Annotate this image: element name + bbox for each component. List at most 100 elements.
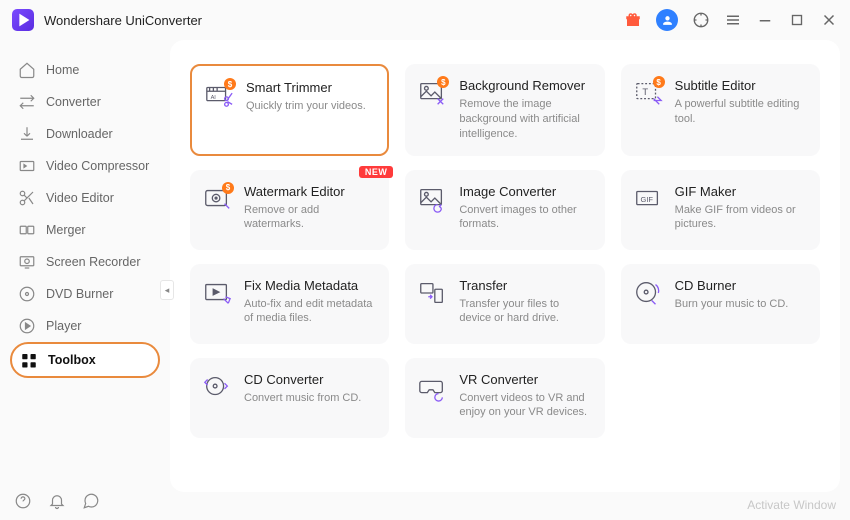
card-title: CD Converter — [244, 372, 377, 387]
card-vr-converter[interactable]: VR Converter Convert videos to VR and en… — [405, 358, 604, 438]
sidebar-item-label: Downloader — [46, 127, 113, 141]
card-title: CD Burner — [675, 278, 808, 293]
sidebar-collapse-toggle[interactable]: ◂ — [160, 280, 174, 300]
dollar-badge: $ — [437, 76, 449, 88]
metadata-icon — [202, 278, 232, 308]
svg-text:AI: AI — [211, 95, 217, 101]
card-desc: Quickly trim your videos. — [246, 99, 375, 114]
sidebar-item-home[interactable]: Home — [10, 54, 160, 86]
minimize-button[interactable] — [756, 11, 774, 29]
card-title: GIF Maker — [675, 184, 808, 199]
card-desc: Convert music from CD. — [244, 391, 377, 406]
card-gif-maker[interactable]: GIF GIF Maker Make GIF from videos or pi… — [621, 170, 820, 250]
sidebar-item-player[interactable]: Player — [10, 310, 160, 342]
card-title: VR Converter — [459, 372, 592, 387]
sidebar-item-merger[interactable]: Merger — [10, 214, 160, 246]
card-image-converter[interactable]: Image Converter Convert images to other … — [405, 170, 604, 250]
card-desc: Make GIF from videos or pictures. — [675, 203, 808, 233]
card-background-remover[interactable]: $ Background Remover Remove the image ba… — [405, 64, 604, 156]
close-button[interactable] — [820, 11, 838, 29]
sidebar-item-label: Screen Recorder — [46, 255, 141, 269]
dollar-badge: $ — [222, 182, 234, 194]
card-desc: Auto-fix and edit metadata of media file… — [244, 297, 377, 327]
recorder-icon — [18, 253, 36, 271]
sidebar-item-label: Video Editor — [46, 191, 114, 205]
app-logo — [12, 9, 34, 31]
card-title: Smart Trimmer — [246, 80, 375, 95]
subtitle-editor-icon: T $ — [633, 78, 663, 108]
transfer-icon — [417, 278, 447, 308]
card-title: Subtitle Editor — [675, 78, 808, 93]
converter-icon — [18, 93, 36, 111]
card-desc: Convert videos to VR and enjoy on your V… — [459, 391, 592, 421]
hamburger-menu-icon[interactable] — [724, 11, 742, 29]
activate-windows-watermark: Activate Window — [747, 498, 836, 512]
vr-converter-icon — [417, 372, 447, 402]
card-title: Transfer — [459, 278, 592, 293]
compress-icon — [18, 157, 36, 175]
scissors-icon — [18, 189, 36, 207]
card-watermark-editor[interactable]: NEW $ Watermark Editor Remove or add wat… — [190, 170, 389, 250]
sidebar-item-screen-recorder[interactable]: Screen Recorder — [10, 246, 160, 278]
card-transfer[interactable]: Transfer Transfer your files to device o… — [405, 264, 604, 344]
sidebar-item-dvd-burner[interactable]: DVD Burner — [10, 278, 160, 310]
sidebar-item-video-editor[interactable]: Video Editor — [10, 182, 160, 214]
help-icon[interactable] — [14, 492, 32, 510]
sidebar-item-label: Home — [46, 63, 79, 77]
sidebar: Home Converter Downloader Video Compress… — [0, 40, 170, 500]
card-title: Fix Media Metadata — [244, 278, 377, 293]
sidebar-item-converter[interactable]: Converter — [10, 86, 160, 118]
card-cd-burner[interactable]: CD Burner Burn your music to CD. — [621, 264, 820, 344]
sidebar-item-label: Player — [46, 319, 81, 333]
gift-icon[interactable] — [624, 11, 642, 29]
image-converter-icon — [417, 184, 447, 214]
app-title: Wondershare UniConverter — [44, 13, 202, 28]
toolbox-grid: AI $ Smart Trimmer Quickly trim your vid… — [190, 64, 820, 438]
sidebar-item-label: Toolbox — [48, 353, 96, 367]
user-avatar[interactable] — [656, 9, 678, 31]
sidebar-item-downloader[interactable]: Downloader — [10, 118, 160, 150]
toolbox-icon — [20, 351, 38, 369]
sidebar-item-label: DVD Burner — [46, 287, 113, 301]
sidebar-item-label: Converter — [46, 95, 101, 109]
smart-trimmer-icon: AI $ — [204, 80, 234, 110]
footer-icons — [14, 492, 100, 510]
sidebar-item-label: Merger — [46, 223, 86, 237]
card-desc: Remove the image background with artific… — [459, 97, 592, 142]
bell-icon[interactable] — [48, 492, 66, 510]
titlebar: Wondershare UniConverter — [0, 0, 850, 40]
background-remover-icon: $ — [417, 78, 447, 108]
card-desc: Remove or add watermarks. — [244, 203, 377, 233]
sidebar-item-toolbox[interactable]: Toolbox — [10, 342, 160, 378]
card-desc: Burn your music to CD. — [675, 297, 808, 312]
download-icon — [18, 125, 36, 143]
card-title: Background Remover — [459, 78, 592, 93]
support-icon[interactable] — [692, 11, 710, 29]
new-badge: NEW — [359, 166, 394, 178]
feedback-icon[interactable] — [82, 492, 100, 510]
content-area: AI $ Smart Trimmer Quickly trim your vid… — [170, 40, 840, 492]
home-icon — [18, 61, 36, 79]
card-desc: A powerful subtitle editing tool. — [675, 97, 808, 127]
card-subtitle-editor[interactable]: T $ Subtitle Editor A powerful subtitle … — [621, 64, 820, 156]
card-cd-converter[interactable]: CD Converter Convert music from CD. — [190, 358, 389, 438]
svg-text:T: T — [642, 87, 648, 97]
cd-converter-icon — [202, 372, 232, 402]
card-title: Image Converter — [459, 184, 592, 199]
card-title: Watermark Editor — [244, 184, 377, 199]
dollar-badge: $ — [653, 76, 665, 88]
svg-text:GIF: GIF — [640, 194, 653, 203]
cd-burner-icon — [633, 278, 663, 308]
sidebar-item-label: Video Compressor — [46, 159, 149, 173]
merger-icon — [18, 221, 36, 239]
card-desc: Convert images to other formats. — [459, 203, 592, 233]
gif-maker-icon: GIF — [633, 184, 663, 214]
play-icon — [18, 317, 36, 335]
sidebar-item-video-compressor[interactable]: Video Compressor — [10, 150, 160, 182]
card-desc: Transfer your files to device or hard dr… — [459, 297, 592, 327]
watermark-editor-icon: $ — [202, 184, 232, 214]
dollar-badge: $ — [224, 78, 236, 90]
maximize-button[interactable] — [788, 11, 806, 29]
card-fix-media-metadata[interactable]: Fix Media Metadata Auto-fix and edit met… — [190, 264, 389, 344]
card-smart-trimmer[interactable]: AI $ Smart Trimmer Quickly trim your vid… — [190, 64, 389, 156]
